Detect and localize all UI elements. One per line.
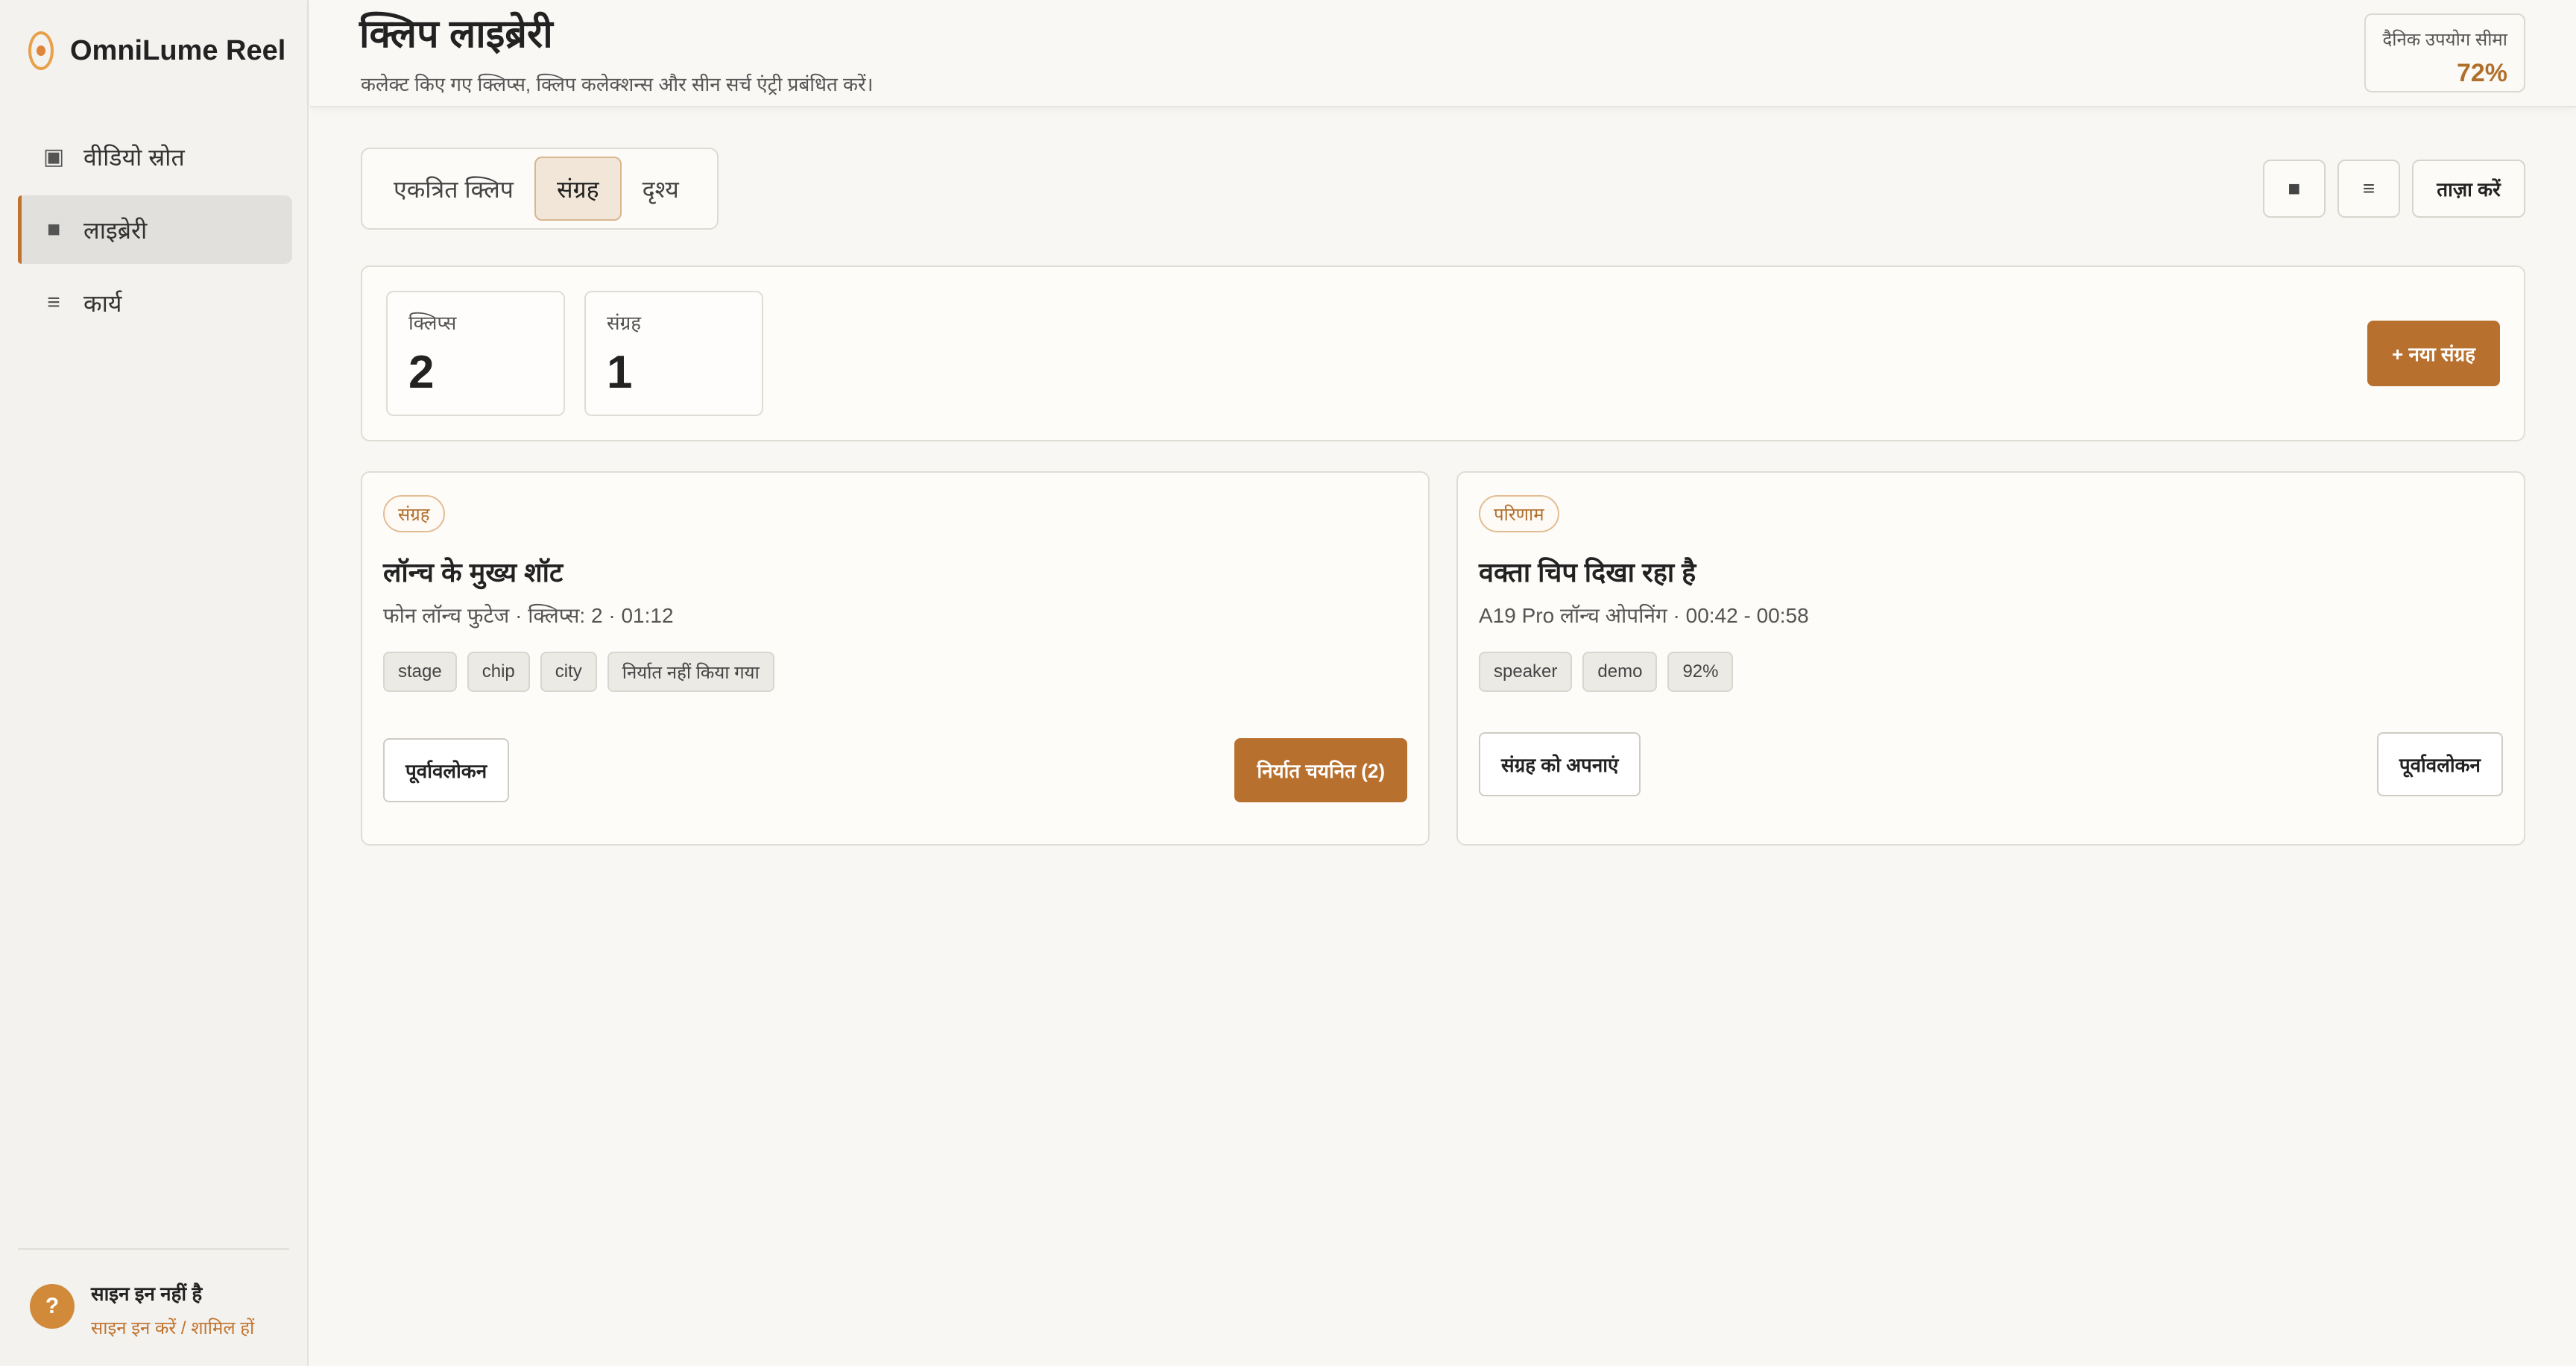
card-title: वक्ता चिप दिखा रहा है	[1479, 557, 1696, 588]
result-card[interactable]: परिणाम वक्ता चिप दिखा रहा है A19 Pro लॉन…	[1456, 471, 2525, 846]
sidebar-item-label: वीडियो स्रोत	[83, 143, 185, 171]
tab-scenes[interactable]: दृश्य	[622, 157, 700, 221]
card-meta: फोन लॉन्च फुटेज · क्लिप्स: 2 · 01:12	[383, 604, 674, 627]
video-source-icon: ▣	[42, 144, 65, 169]
sidebar-item-video-source[interactable]: ▣ वीडियो स्रोत	[18, 122, 292, 191]
tab-collections[interactable]: संग्रह	[534, 157, 622, 221]
daily-quota: दैनिक उपयोग सीमा 72%	[2364, 13, 2525, 92]
list-view-button[interactable]: ≡	[2337, 160, 2400, 218]
quota-value: 72%	[2456, 59, 2507, 87]
tasks-icon: ≡	[47, 290, 60, 315]
card-badge: परिणाम	[1479, 495, 1559, 532]
quota-label: दैनिक उपयोग सीमा	[2382, 30, 2508, 50]
stat-label: क्लिप्स	[408, 312, 457, 334]
account-footer: ? साइन इन नहीं है साइन इन करें / शामिल ह…	[18, 1248, 289, 1340]
adopt-collection-button[interactable]: संग्रह को अपनाएं	[1479, 732, 1641, 796]
page-header: क्लिप लाइब्रेरी कलेक्ट किए गए क्लिप्स, क…	[310, 0, 2576, 107]
logo-icon	[28, 31, 54, 70]
score-chip: 92%	[1667, 652, 1734, 692]
tag-chip: stage	[383, 652, 457, 692]
app-name: OmniLume Reel	[70, 34, 286, 66]
card-meta: A19 Pro लॉन्च ओपनिंग · 00:42 - 00:58	[1479, 604, 1809, 627]
tag-chip: demo	[1582, 652, 1658, 692]
grid-view-button[interactable]: ■	[2263, 160, 2326, 218]
tab-collected-clips[interactable]: एकत्रित क्लिप	[373, 157, 534, 221]
tag-chip: city	[540, 652, 597, 692]
tag-chip: speaker	[1479, 652, 1573, 692]
library-tabs: एकत्रित क्लिप संग्रह दृश्य	[361, 148, 719, 230]
new-collection-button[interactable]: + नया संग्रह	[2367, 321, 2500, 386]
export-selected-button[interactable]: निर्यात चयनित (2)	[1234, 738, 1407, 802]
stat-label: संग्रह	[607, 312, 642, 334]
stat-value: 2	[408, 347, 435, 398]
preview-button[interactable]: पूर्वावलोकन	[383, 738, 510, 802]
card-title: लॉन्च के मुख्य शॉट	[383, 557, 564, 588]
preview-button[interactable]: पूर्वावलोकन	[2376, 732, 2503, 796]
brand[interactable]: OmniLume Reel	[28, 28, 285, 73]
sidebar-item-library[interactable]: ■ लाइब्रेरी	[18, 195, 292, 264]
page-subtitle: कलेक्ट किए गए क्लिप्स, क्लिप कलेक्शन्स औ…	[361, 73, 874, 95]
stat-collections: संग्रह 1	[584, 291, 763, 416]
stats-panel: क्लिप्स 2 संग्रह 1	[361, 265, 2525, 441]
grid-icon: ■	[2288, 177, 2301, 200]
tag-list: stage chip city निर्यात नहीं किया गया	[383, 652, 785, 692]
page-title: क्लिप लाइब्रेरी	[359, 13, 553, 56]
sidebar-item-label: लाइब्रेरी	[83, 216, 148, 244]
card-badge: संग्रह	[383, 495, 445, 532]
export-status-chip: निर्यात नहीं किया गया	[607, 652, 774, 692]
collection-card[interactable]: संग्रह लॉन्च के मुख्य शॉट फोन लॉन्च फुटे…	[361, 471, 1430, 846]
signin-link[interactable]: साइन इन करें / शामिल हों	[91, 1315, 254, 1340]
refresh-button[interactable]: ताज़ा करें	[2412, 160, 2525, 218]
sidebar-item-label: कार्य	[83, 289, 122, 317]
sidebar-nav: ▣ वीडियो स्रोत ■ लाइब्रेरी ≡ कार्य	[18, 122, 292, 342]
library-icon: ■	[46, 217, 61, 242]
help-icon[interactable]: ?	[30, 1284, 75, 1329]
stat-value: 1	[607, 347, 633, 398]
sidebar-item-tasks[interactable]: ≡ कार्य	[18, 268, 292, 337]
list-icon: ≡	[2362, 177, 2375, 200]
sidebar: OmniLume Reel ▣ वीडियो स्रोत ■ लाइब्रेरी…	[0, 0, 309, 1366]
tag-list: speaker demo 92%	[1479, 652, 1743, 692]
stat-clips: क्लिप्स 2	[386, 291, 565, 416]
signin-status: साइन इन नहीं है	[91, 1282, 203, 1305]
tag-chip: chip	[467, 652, 530, 692]
